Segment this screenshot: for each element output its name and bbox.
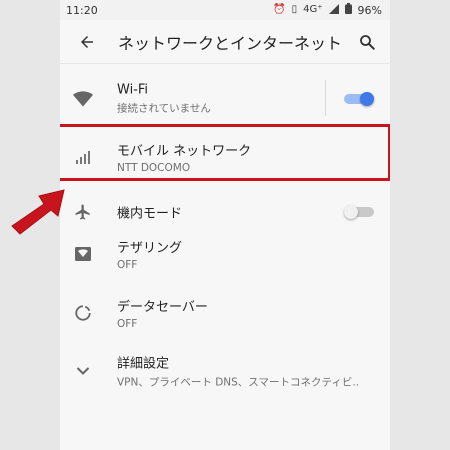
airplane-mode-toggle[interactable] <box>344 205 374 219</box>
vibrate-icon: ▯ <box>291 4 298 15</box>
advanced-settings-text: 詳細設定 VPN、プライベート DNS、スマートコネクティビ.. <box>117 353 359 390</box>
wifi-item[interactable]: Wi-Fi 接続されていません <box>60 70 390 128</box>
data-saver-item[interactable]: データセーバー OFF <box>60 284 390 342</box>
advanced-settings-label: 詳細設定 <box>117 356 170 372</box>
data-saver-status: OFF <box>117 318 138 330</box>
annotation-arrow-icon <box>11 189 65 235</box>
mobile-network-label: モバイル ネットワーク <box>117 144 252 159</box>
airplane-mode-text: 機内モード <box>117 203 182 222</box>
back-arrow-icon <box>81 35 93 48</box>
tethering-item[interactable]: テザリング OFF <box>60 225 390 283</box>
toggle-thumb <box>344 205 358 219</box>
battery-percent: 96% <box>357 3 382 17</box>
data-saver-text: データセーバー OFF <box>117 296 208 330</box>
chevron-down-icon <box>72 360 94 382</box>
cellular-signal-icon <box>72 146 94 168</box>
search-icon <box>360 34 375 50</box>
mobile-network-item[interactable]: モバイル ネットワーク NTT DOCOMO <box>60 128 390 186</box>
wifi-label: Wi-Fi <box>117 82 149 98</box>
toggle-thumb <box>360 92 374 106</box>
signal-icon <box>328 3 339 17</box>
app-bar: ネットワークとインターネット <box>60 20 390 64</box>
mobile-network-carrier: NTT DOCOMO <box>117 162 191 174</box>
tethering-status: OFF <box>117 259 138 271</box>
advanced-settings-item[interactable]: 詳細設定 VPN、プライベート DNS、スマートコネクティビ.. <box>60 342 390 400</box>
divider <box>325 80 326 116</box>
advanced-settings-summary: VPN、プライベート DNS、スマートコネクティビ.. <box>117 376 360 389</box>
airplane-mode-label: 機内モード <box>117 206 183 222</box>
mobile-network-text: モバイル ネットワーク NTT DOCOMO <box>117 140 251 174</box>
tethering-text: テザリング OFF <box>117 237 182 271</box>
wifi-text: Wi-Fi 接続されていません <box>117 83 211 116</box>
network-type: 4G⁺ <box>303 4 323 15</box>
status-icons: ⏰ ▯ 4G⁺ 96% <box>273 3 382 17</box>
status-bar: 11:20 ⏰ ▯ 4G⁺ 96% <box>60 0 390 20</box>
alarm-icon: ⏰ <box>273 4 286 15</box>
battery-icon <box>344 3 352 17</box>
data-saver-icon <box>72 302 94 324</box>
page-title: ネットワークとインターネット <box>118 33 343 53</box>
back-button[interactable] <box>74 29 100 55</box>
wifi-status: 接続されていません <box>117 102 211 115</box>
wifi-icon <box>72 88 94 110</box>
status-time: 11:20 <box>66 3 98 17</box>
search-button[interactable] <box>354 29 380 55</box>
hotspot-icon <box>72 243 94 265</box>
wifi-toggle[interactable] <box>344 92 374 106</box>
settings-screen: 11:20 ⏰ ▯ 4G⁺ 96% ネットワークとインターネット Wi-Fi 接… <box>60 0 390 450</box>
tethering-label: テザリング <box>117 241 183 256</box>
data-saver-label: データセーバー <box>117 300 208 315</box>
